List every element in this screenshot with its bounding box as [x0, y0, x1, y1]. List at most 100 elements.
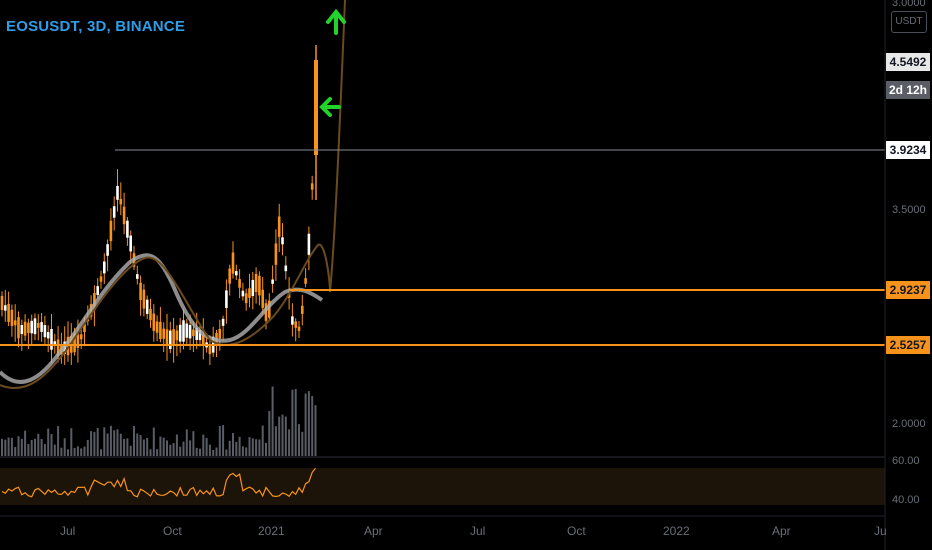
volume-bar — [265, 442, 267, 456]
volume-bar — [47, 428, 50, 456]
volume-bar — [152, 427, 155, 456]
moving-average-band — [0, 253, 324, 384]
time-axis-label: Oct — [567, 524, 586, 538]
candle-body — [314, 60, 318, 155]
candle-body — [310, 183, 314, 190]
candle-body — [248, 288, 251, 298]
candle-body — [0, 295, 4, 311]
candle-body — [96, 286, 99, 295]
volume-bar — [301, 431, 304, 456]
volume-bar — [1, 438, 3, 456]
candle-body — [149, 308, 152, 321]
candle-body — [182, 320, 185, 342]
candle-body — [241, 290, 245, 297]
candle-body — [297, 326, 301, 331]
candle-body — [152, 313, 156, 331]
volume-bar — [232, 432, 234, 456]
candle-body — [37, 322, 40, 328]
volume-bar — [208, 444, 211, 456]
candle-body — [192, 329, 195, 337]
candle-body — [301, 305, 304, 314]
price-chart[interactable] — [0, 0, 932, 550]
candle-body — [162, 328, 165, 339]
volume-bar — [57, 426, 60, 456]
volume-bars — [1, 386, 317, 456]
volume-bar — [235, 441, 238, 456]
candle-body — [175, 330, 179, 341]
volume-bar — [159, 436, 162, 456]
volume-bar — [284, 416, 287, 456]
volume-bar — [189, 440, 192, 456]
symbol-title[interactable]: EOSUSDT, 3D, BINANCE — [6, 18, 185, 35]
volume-bar — [205, 437, 208, 456]
volume-bar — [185, 429, 188, 456]
time-axis-label: Jul — [60, 524, 76, 538]
candle-body — [281, 237, 284, 245]
volume-bar — [73, 447, 76, 456]
time-axis-label: 2022 — [663, 524, 690, 538]
candle-body — [169, 330, 172, 350]
volume-bar — [14, 446, 17, 456]
volume-bar — [304, 393, 307, 456]
candle-body — [122, 206, 126, 225]
rsi-pane-band — [0, 468, 885, 505]
candle-body — [185, 323, 189, 338]
level-label-orange: 2.9237 — [886, 281, 930, 299]
volume-bar — [202, 434, 205, 456]
currency-badge[interactable]: USDT — [891, 11, 927, 33]
volume-bar — [169, 444, 172, 456]
candle-body — [17, 317, 20, 339]
volume-bar — [136, 433, 139, 456]
candle-body — [27, 322, 30, 334]
volume-bar — [182, 441, 185, 456]
volume-bar — [261, 425, 264, 456]
time-axis-label: Ju — [874, 524, 887, 538]
volume-bar — [179, 446, 182, 456]
volume-bar — [294, 389, 297, 456]
candle-body — [251, 279, 255, 297]
rsi-tick: 40.00 — [892, 494, 920, 506]
volume-bar — [17, 436, 20, 456]
volume-bar — [228, 440, 231, 456]
candle-body — [178, 324, 182, 342]
volume-bar — [123, 438, 126, 456]
candle-body — [159, 321, 162, 339]
candle-body — [228, 268, 231, 284]
volume-bar — [100, 449, 102, 456]
volume-bar — [288, 429, 291, 456]
volume-bar — [195, 447, 198, 456]
volume-bar — [30, 439, 33, 456]
volume-bar — [60, 447, 63, 456]
volume-bar — [149, 449, 152, 456]
candle-body — [139, 282, 142, 301]
candle-body — [40, 322, 43, 332]
volume-bar — [212, 449, 215, 456]
volume-bar — [103, 427, 106, 456]
candle-body — [136, 274, 139, 279]
candlestick-series — [0, 45, 318, 366]
candle-body — [155, 321, 159, 333]
candle-body — [244, 293, 248, 304]
candle-body — [129, 235, 132, 252]
candle-body — [254, 273, 258, 292]
candle-body — [218, 328, 222, 339]
candle-body — [145, 299, 149, 314]
volume-bar — [93, 432, 96, 456]
candle-body — [112, 206, 116, 218]
candle-body — [33, 318, 37, 335]
candle-body — [109, 220, 113, 242]
volume-bar — [255, 439, 258, 456]
volume-bar — [27, 444, 30, 456]
volume-bar — [192, 431, 195, 456]
volume-bar — [199, 448, 201, 456]
volume-bar — [70, 428, 73, 456]
volume-bar — [238, 436, 241, 456]
candle-body — [271, 279, 274, 284]
bar-countdown-label: 2d 12h — [886, 81, 930, 99]
candle-body — [172, 329, 175, 347]
volume-bar — [37, 433, 40, 456]
price-tick: 2.0000 — [892, 418, 926, 430]
volume-bar — [126, 438, 129, 456]
candle-body — [274, 243, 278, 265]
volume-bar — [109, 425, 112, 456]
